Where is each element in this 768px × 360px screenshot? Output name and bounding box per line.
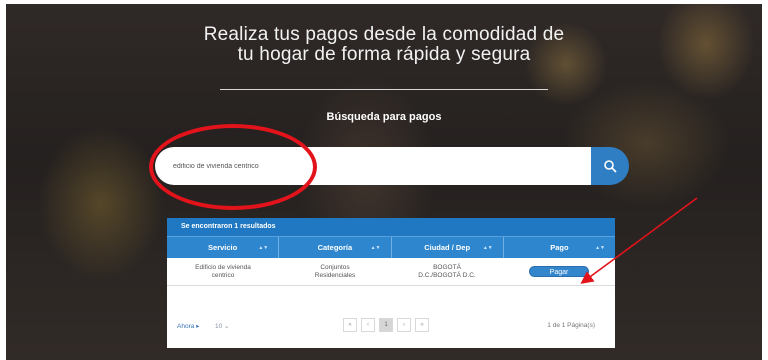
divider: [220, 89, 548, 90]
sort-icon: ▲▼: [595, 245, 605, 251]
results-header-row: Servicio ▲▼ Categoría ▲▼ Ciudad / Dep ▲▼ Pa…: [167, 236, 615, 258]
cell-ciudad: BOGOTÁ D.C./BOGOTÁ D.C.: [418, 263, 476, 279]
rows-per-page-select[interactable]: 10 ⌄: [215, 322, 230, 330]
chevron-down-icon: ⌄: [224, 323, 230, 330]
page-info: 1 de 1 Página(s): [547, 322, 595, 329]
column-categoria[interactable]: Categoría ▲▼: [279, 237, 392, 258]
first-page-button[interactable]: «: [343, 318, 357, 332]
results-summary: Se encontraron 1 resultados: [167, 218, 615, 236]
table-row: Edificio de vivienda centrico Conjuntos …: [167, 258, 615, 286]
cell-pago: Pagar: [503, 258, 615, 285]
pagination: Ahora ▸ 10 ⌄ « ‹ 1 › » 1 de 1 Página(s): [167, 316, 615, 336]
sort-icon: ▲▼: [370, 245, 381, 251]
prev-page-button[interactable]: ‹: [361, 318, 375, 332]
pay-button[interactable]: Pagar: [529, 266, 589, 277]
column-ciudad[interactable]: Ciudad / Dep ▲▼: [392, 237, 504, 258]
search-button[interactable]: [591, 147, 629, 185]
search-title: Búsqueda para pagos: [326, 111, 442, 123]
column-pago[interactable]: Pago ▲▼: [504, 237, 615, 258]
page-buttons: « ‹ 1 › »: [343, 318, 429, 332]
page-1-button[interactable]: 1: [379, 318, 393, 332]
rows-per-page-label: Ahora ▸: [177, 323, 200, 330]
next-page-button[interactable]: ›: [397, 318, 411, 332]
sort-icon: ▲▼: [258, 245, 269, 251]
last-page-button[interactable]: »: [415, 318, 429, 332]
cell-servicio: Edificio de vivienda centrico: [195, 263, 251, 279]
column-servicio[interactable]: Servicio ▲▼: [167, 237, 280, 258]
cell-categoria: Conjuntos Residenciales: [314, 263, 356, 279]
sort-icon: ▲▼: [482, 245, 493, 251]
headline-line-2: tu hogar de forma rápida y segura: [237, 44, 531, 65]
headline-line-1: Realiza tus pagos desde la comodidad de: [203, 24, 565, 45]
annotation-ellipse: [149, 124, 317, 210]
search-icon: [604, 160, 617, 173]
results-panel: Se encontraron 1 resultados Servicio ▲▼ C…: [167, 218, 615, 348]
